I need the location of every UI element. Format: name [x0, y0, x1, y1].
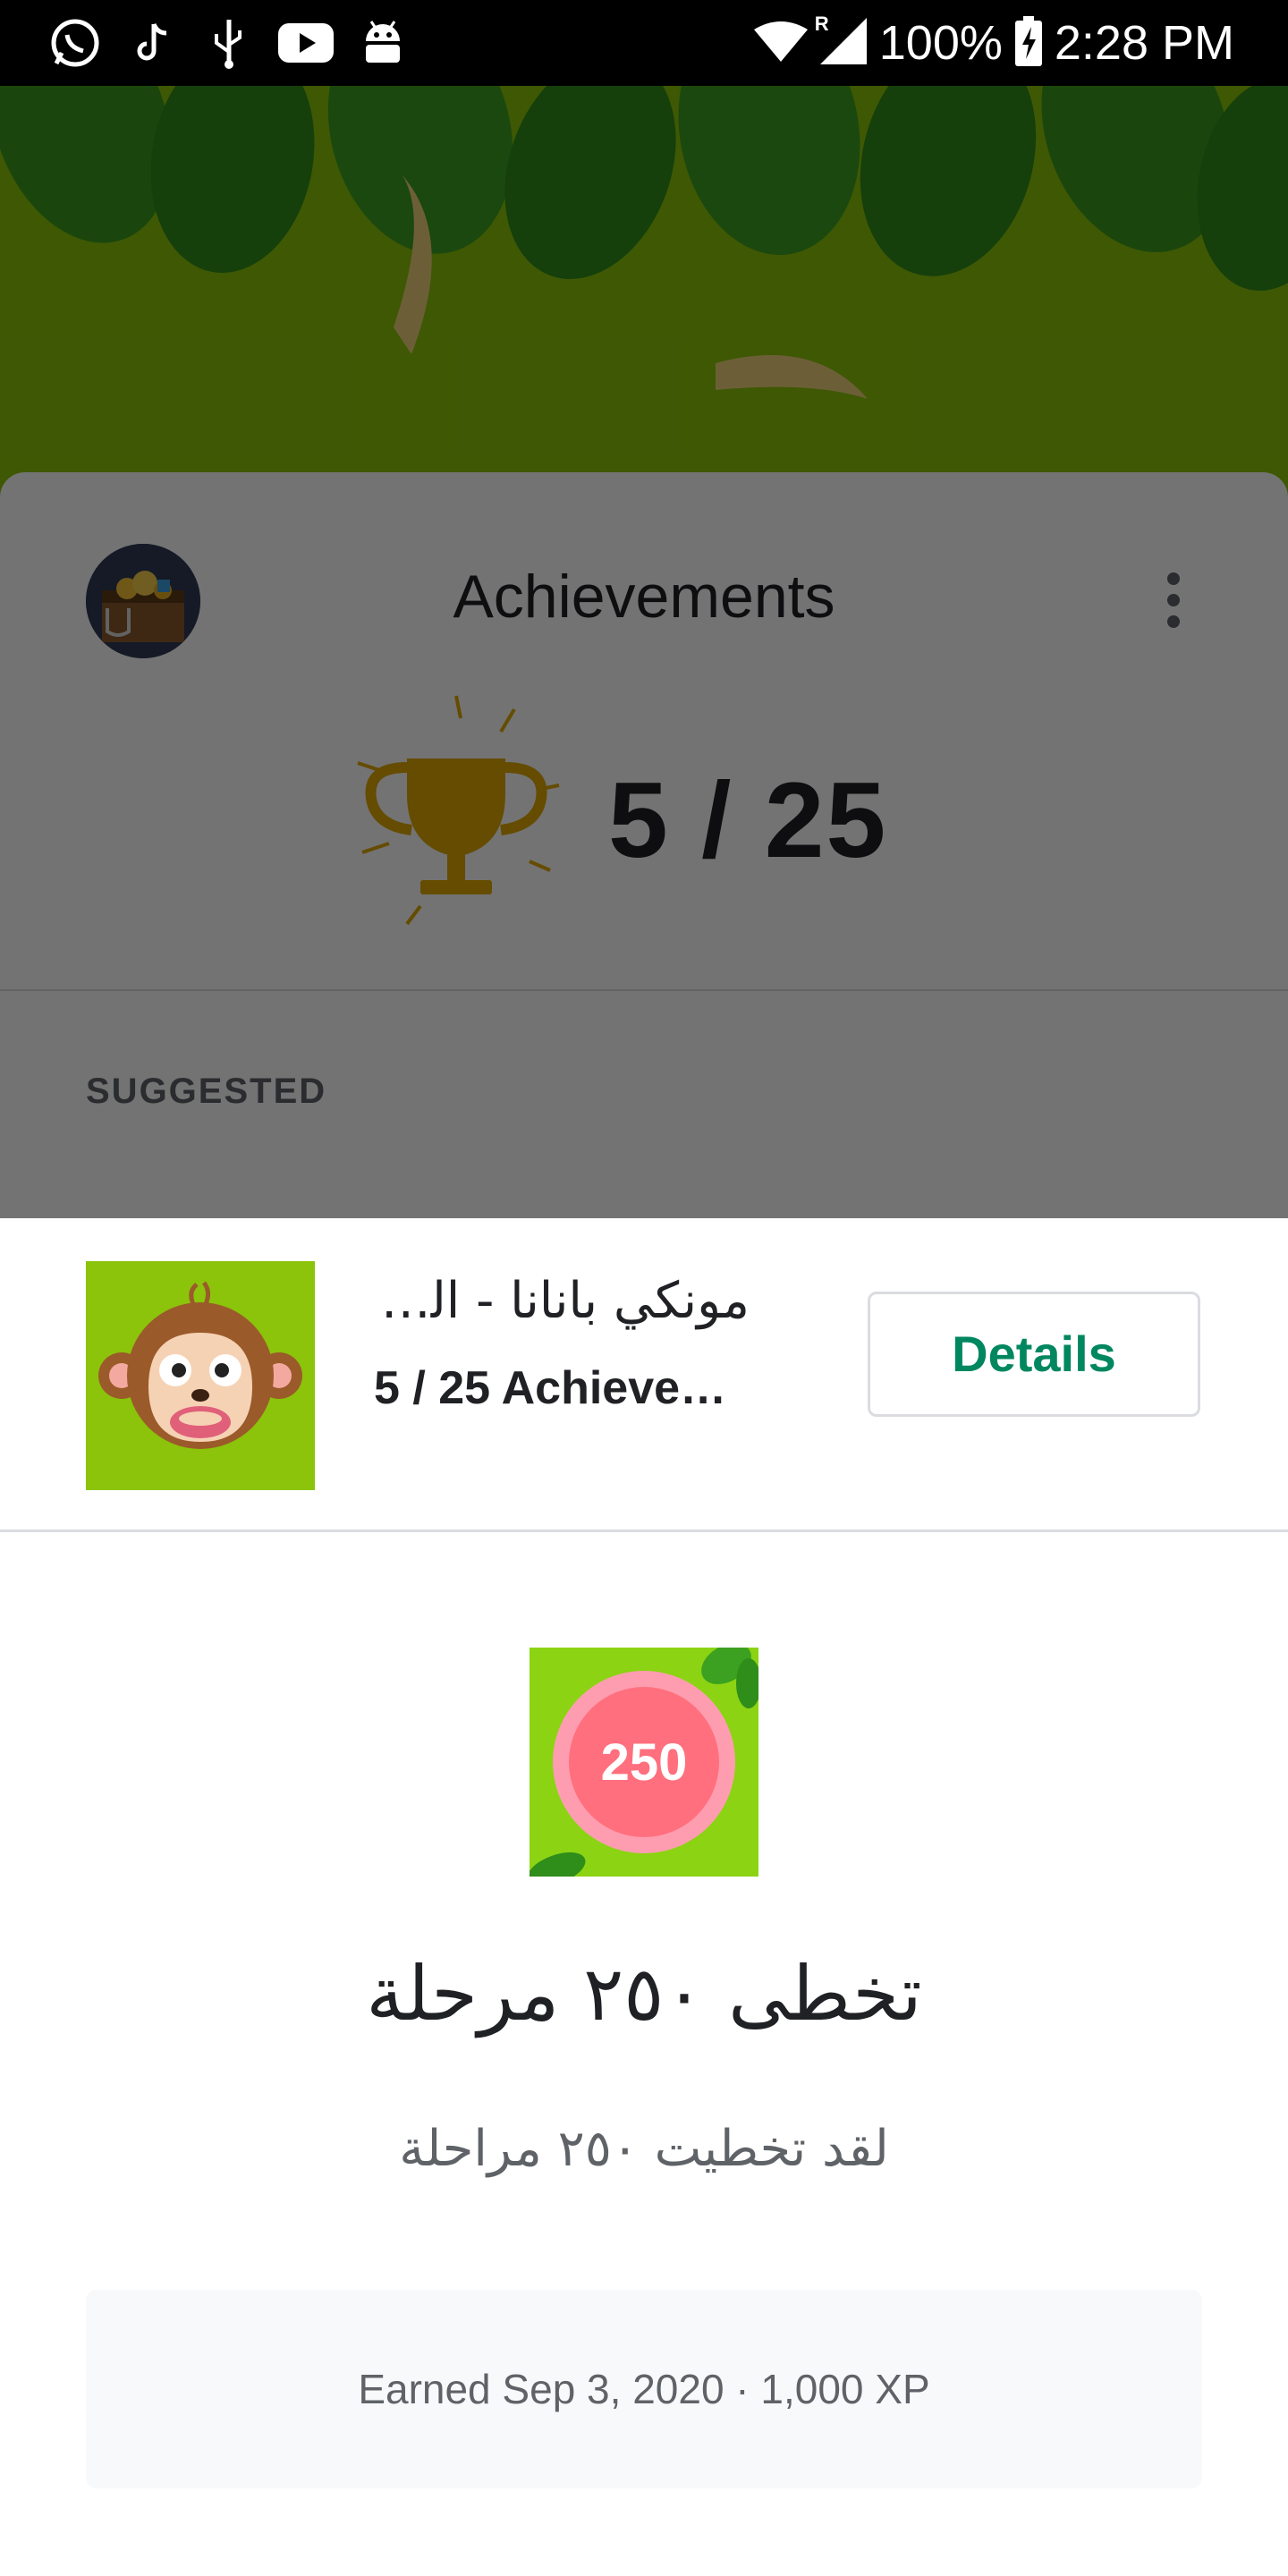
status-bar-notifications: [47, 14, 431, 72]
usb-icon: [200, 14, 258, 72]
wifi-icon: [753, 21, 808, 66]
clock: 2:28 PM: [1054, 16, 1234, 70]
achievement-description: لقد تخطيت ٢٥٠ مراحلة: [399, 2120, 889, 2178]
divider: [0, 989, 1288, 991]
roaming-indicator: R: [814, 12, 829, 35]
achievements-title: Achievements: [453, 563, 835, 631]
more-vert-icon: [1167, 572, 1180, 585]
achievement-badge-icon: 250: [530, 1648, 758, 1877]
game-title: مونكي بانانا - الغ…: [374, 1272, 750, 1330]
more-options-button[interactable]: [1152, 567, 1195, 639]
badge-number: 250: [601, 1733, 688, 1792]
status-bar-system: R 100% 2:28 PM: [753, 0, 1234, 86]
android-debug-icon: [354, 14, 411, 72]
monkey-game-icon[interactable]: [86, 1261, 315, 1490]
game-achievement-count: 5 / 25 Achieve…: [374, 1362, 727, 1414]
battery-charging-icon: [1014, 15, 1042, 71]
tiktok-icon: [123, 14, 181, 72]
achievement-title: تخطى ٢٥٠ مرحلة: [366, 1950, 922, 2038]
divider: [0, 1530, 1288, 1532]
status-bar: R 100% 2:28 PM: [0, 0, 1288, 86]
whatsapp-icon: [47, 14, 104, 72]
battery-percent: 100%: [878, 16, 1003, 70]
achievement-score: 5 / 25: [608, 760, 888, 880]
trophy-icon: [322, 678, 590, 946]
more-vert-dot: [1167, 615, 1180, 628]
signal-icon: R: [815, 13, 867, 69]
suggested-game-row[interactable]: مونكي بانانا - الغ… 5 / 25 Achieve… Deta…: [0, 1218, 1288, 1531]
more-vert-dot: [1167, 594, 1180, 606]
game-banner-art: [0, 86, 1288, 515]
earned-info: Earned Sep 3, 2020 · 1,000 XP: [86, 2290, 1202, 2488]
details-button[interactable]: Details: [868, 1292, 1200, 1417]
section-label-suggested: SUGGESTED: [86, 1072, 327, 1111]
youtube-icon: [277, 14, 335, 72]
